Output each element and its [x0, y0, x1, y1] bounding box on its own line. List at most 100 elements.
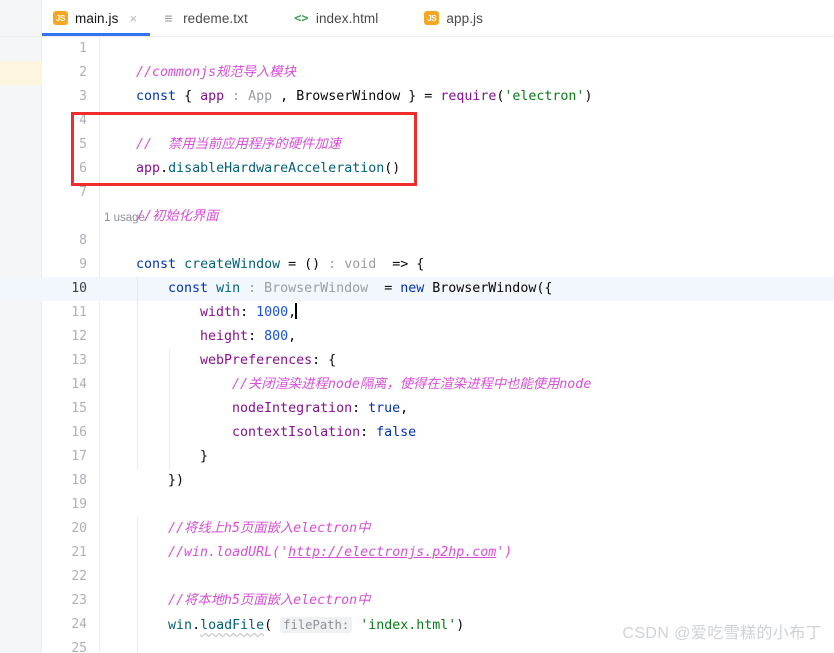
changed-line-marker [0, 61, 42, 85]
code-line-2[interactable]: const { app : App , BrowserWindow } = re… [104, 61, 592, 104]
parameter-hint: filePath: [280, 617, 353, 633]
punct-token: : [360, 425, 377, 440]
code-line-15[interactable]: contextIsolation: false [200, 397, 416, 440]
string-token: 'index.html' [352, 618, 457, 633]
csdn-watermark: CSDN @爱吃雪糕的小布丁 [622, 625, 822, 642]
line-number: 21 [71, 545, 87, 560]
line-number: 20 [71, 521, 87, 536]
keyword-token: const [136, 89, 177, 104]
tab-redeme-txt[interactable]: ≡ redeme.txt [150, 0, 261, 36]
tab-label: app.js [446, 10, 483, 26]
code-line-4[interactable]: // 禁用当前应用程序的硬件加速 [104, 109, 341, 152]
code-line-19[interactable]: //将线上h5页面嵌入electron中 [136, 493, 370, 536]
code-line-8[interactable]: const createWindow = () : void => { [104, 229, 424, 272]
text-file-icon: ≡ [164, 10, 173, 26]
line-number: 8 [79, 233, 87, 248]
code-line-10[interactable]: width: 1000, [168, 277, 297, 320]
tab-app-js[interactable]: JS app.js [413, 0, 496, 36]
punct-token: , [272, 89, 297, 104]
punct-token: ) [504, 545, 513, 560]
line-number: 24 [71, 617, 87, 632]
property-token: contextIsolation [232, 425, 361, 440]
comment-token: //win.loadURL( [168, 545, 281, 560]
boolean-token: false [376, 425, 417, 440]
code-line-17[interactable]: }) [136, 445, 184, 488]
string-token: 'electron' [504, 89, 585, 104]
line-number: 3 [79, 89, 87, 104]
punct-token: { [176, 89, 201, 104]
code-line-16[interactable]: } [168, 421, 208, 464]
code-line-22[interactable]: //将本地h5页面嵌入electron中 [136, 565, 370, 608]
code-line-9[interactable]: const win : BrowserWindow = new BrowserW… [136, 253, 552, 296]
punct-token: ) [456, 618, 465, 633]
js-file-icon: JS [53, 11, 68, 25]
tab-index-html[interactable]: <> index.html [283, 0, 392, 36]
code-line-7[interactable]: //初始化界面 [104, 181, 219, 224]
code-line-14[interactable]: nodeIntegration: true, [200, 373, 408, 416]
keyword-token: new [400, 281, 425, 296]
identifier-token: app [136, 161, 161, 176]
line-number: 19 [71, 497, 87, 512]
method-token: disableHardwareAcceleration [168, 161, 385, 176]
code-line-23[interactable]: win.loadFile( filePath: 'index.html') [136, 589, 464, 633]
punct-token: . [192, 618, 201, 633]
tab-label: index.html [315, 10, 379, 26]
editor-marker-strip[interactable] [0, 37, 42, 653]
tab-label: main.js [75, 10, 119, 26]
line-number: 2 [79, 65, 87, 80]
punct-token: . [160, 161, 169, 176]
punct-token: () [384, 161, 401, 176]
line-number: 5 [79, 137, 87, 152]
line-number: 25 [71, 641, 87, 653]
line-number: 23 [71, 593, 87, 608]
code-line-12[interactable]: webPreferences: { [168, 325, 336, 368]
line-number: 17 [71, 449, 87, 464]
line-number: 22 [71, 569, 87, 584]
line-number: 16 [71, 425, 87, 440]
punct-token: } = [400, 89, 441, 104]
object-token: win [168, 618, 193, 633]
line-number: 4 [79, 113, 87, 128]
type-hint: : App [224, 89, 273, 104]
comment-token: //初始化界面 [136, 209, 219, 224]
punct-token: } [200, 449, 209, 464]
identifier-token: app [200, 89, 225, 104]
code-line-11[interactable]: height: 800, [168, 301, 296, 344]
line-number-current: 10 [71, 281, 87, 296]
punct-token: ' [280, 545, 289, 560]
punct-token: ) [584, 89, 593, 104]
code-editor[interactable]: 1 2 3 4 5 6 7 8 9 10 11 12 13 14 15 16 1… [0, 37, 834, 653]
line-number: 13 [71, 353, 87, 368]
punct-token: ( [264, 618, 281, 633]
usage-hint[interactable]: 1 usage [104, 207, 145, 229]
punct-token: = [368, 281, 401, 296]
line-number: 11 [71, 305, 87, 320]
line-number: 18 [71, 473, 87, 488]
line-number: 6 [79, 161, 87, 176]
js-file-icon: JS [424, 11, 440, 25]
punct-token: }) [168, 473, 185, 488]
function-token: require [440, 89, 497, 104]
line-number: 12 [71, 329, 87, 344]
close-icon[interactable]: × [129, 12, 137, 25]
tab-bar-left-spacer [0, 0, 42, 36]
code-line-13[interactable]: //关闭渲染进程node隔离，使得在渲染进程中也能使用node [200, 349, 591, 392]
editor-tab-bar: JS main.js × ≡ redeme.txt <> index.html … [0, 0, 834, 37]
url-link[interactable]: http://electronjs.p2hp.com [288, 545, 496, 560]
code-line-1[interactable]: //commonjs规范导入模块 [104, 37, 296, 80]
code-line-5[interactable]: app.disableHardwareAcceleration() [104, 133, 400, 176]
tab-label: redeme.txt [183, 10, 248, 26]
identifier-token: BrowserWindow [296, 89, 401, 104]
code-line-25[interactable]: //打开开发者工具调试窗口 [136, 637, 330, 653]
line-number: 9 [79, 257, 87, 272]
code-line-20[interactable]: //win.loadURL('http://electronjs.p2hp.co… [136, 517, 512, 560]
line-number: 15 [71, 401, 87, 416]
line-number: 1 [79, 41, 87, 56]
method-token: loadFile [200, 618, 265, 633]
line-number: 7 [79, 185, 87, 200]
line-number: 14 [71, 377, 87, 392]
tab-main-js[interactable]: JS main.js × [42, 0, 151, 36]
constructor-token: BrowserWindow({ [424, 281, 553, 296]
html-file-icon: <> [294, 11, 309, 25]
tab-list: JS main.js × ≡ redeme.txt <> index.html … [42, 0, 496, 36]
